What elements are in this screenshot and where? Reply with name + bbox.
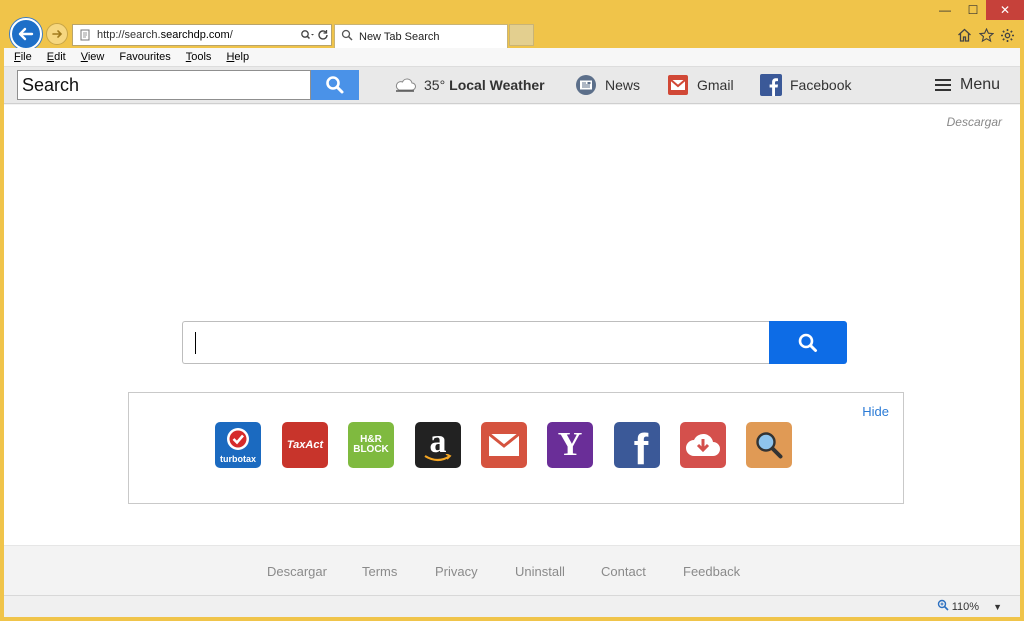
maximize-button[interactable]: ☐: [960, 0, 986, 20]
news-icon: [575, 74, 597, 96]
url-text[interactable]: http://search.searchdp.com/: [97, 29, 299, 41]
minimize-button[interactable]: —: [930, 0, 960, 20]
home-icon[interactable]: [955, 26, 973, 44]
tile-taxact[interactable]: TaxAct: [282, 422, 328, 468]
hide-link[interactable]: Hide: [862, 404, 889, 419]
facebook-icon: [760, 74, 782, 96]
zoom-control[interactable]: 110% ▼: [937, 599, 1002, 614]
text-caret: [195, 332, 196, 354]
tile-turbotax[interactable]: turbotax: [215, 422, 261, 468]
address-bar[interactable]: http://search.searchdp.com/: [72, 24, 332, 46]
zoom-icon: [937, 599, 949, 614]
search-toolbar: 35°Local Weather News Gmail Facebook Men…: [4, 67, 1020, 104]
tab-new-tab-search[interactable]: New Tab Search: [334, 24, 508, 48]
forward-button[interactable]: [46, 23, 68, 45]
menu-bar: File Edit View Favourites Tools Help: [4, 48, 1020, 67]
mail-icon: [667, 74, 689, 96]
menu-view[interactable]: View: [81, 51, 105, 63]
hrblock-logo: H&R BLOCK: [353, 434, 389, 455]
search-dropdown-icon[interactable]: [299, 27, 315, 43]
close-button[interactable]: ✕: [986, 0, 1024, 20]
page-icon: [77, 27, 93, 43]
footer-link-privacy[interactable]: Privacy: [435, 564, 478, 579]
cloud-download-icon: [686, 433, 720, 456]
browser-window: http://search.searchdp.com/ New Tab Sear…: [0, 0, 1024, 621]
toolbar-gmail[interactable]: Gmail: [667, 73, 734, 97]
hamburger-icon: [934, 78, 952, 92]
chevron-down-icon[interactable]: ▼: [993, 602, 1002, 612]
arrow-left-icon: [18, 27, 34, 41]
shortcuts-panel: Hide turbotax TaxAct H&R BLOCK a Y f: [128, 392, 904, 504]
gear-icon[interactable]: [998, 26, 1016, 44]
tab-title: New Tab Search: [359, 30, 440, 43]
refresh-icon[interactable]: [315, 27, 331, 43]
status-bar: 110% ▼: [4, 595, 1020, 617]
search-icon: [341, 29, 353, 44]
main-search-button[interactable]: [769, 321, 847, 364]
zoom-level: 110%: [951, 600, 980, 613]
menu-tools[interactable]: Tools: [186, 51, 212, 63]
tile-search[interactable]: [746, 422, 792, 468]
title-bar: http://search.searchdp.com/ New Tab Sear…: [4, 0, 1024, 50]
toolbar-weather[interactable]: 35° Local Weather: [394, 73, 545, 97]
menu-help[interactable]: Help: [226, 51, 249, 63]
back-button[interactable]: [10, 18, 42, 50]
toolbar-search-button[interactable]: [311, 70, 359, 100]
menu-edit[interactable]: Edit: [47, 51, 66, 63]
amazon-smile-icon: [424, 454, 452, 462]
yahoo-logo: Y: [557, 426, 583, 463]
arrow-right-icon: [52, 30, 63, 38]
tile-download[interactable]: [680, 422, 726, 468]
new-tab-button[interactable]: [509, 24, 534, 46]
footer-link-contact[interactable]: Contact: [601, 564, 646, 579]
footer-link-descargar[interactable]: Descargar: [267, 564, 327, 579]
toolbar-news[interactable]: News: [575, 73, 640, 97]
mail-icon: [488, 433, 520, 456]
facebook-logo: f: [633, 425, 649, 469]
footer-link-feedback[interactable]: Feedback: [683, 564, 740, 579]
page-footer: Descargar Terms Privacy Uninstall Contac…: [4, 545, 1020, 595]
footer-link-terms[interactable]: Terms: [362, 564, 397, 579]
tile-amazon[interactable]: a: [415, 422, 461, 468]
tile-yahoo[interactable]: Y: [547, 422, 593, 468]
favorites-star-icon[interactable]: [977, 26, 995, 44]
footer-link-uninstall[interactable]: Uninstall: [515, 564, 565, 579]
search-icon: [326, 76, 344, 94]
taxact-logo: TaxAct: [286, 438, 324, 451]
menu-file[interactable]: File: [14, 51, 32, 63]
toolbar-menu[interactable]: Menu: [934, 73, 1000, 97]
main-search-input[interactable]: [182, 321, 770, 364]
search-icon: [798, 333, 817, 352]
toolbar-search-input[interactable]: [17, 70, 311, 100]
magnifier-icon: [756, 432, 783, 459]
tile-facebook[interactable]: f: [614, 422, 660, 468]
tile-hrblock[interactable]: H&R BLOCK: [348, 422, 394, 468]
tile-gmail[interactable]: [481, 422, 527, 468]
page-content: Descargar Hide turbotax TaxAct H&R BLOCK…: [4, 105, 1020, 545]
toolbar-facebook[interactable]: Facebook: [760, 73, 851, 97]
menu-favourites[interactable]: Favourites: [119, 51, 170, 63]
cloud-icon: [394, 78, 416, 92]
descargar-link[interactable]: Descargar: [947, 115, 1002, 129]
